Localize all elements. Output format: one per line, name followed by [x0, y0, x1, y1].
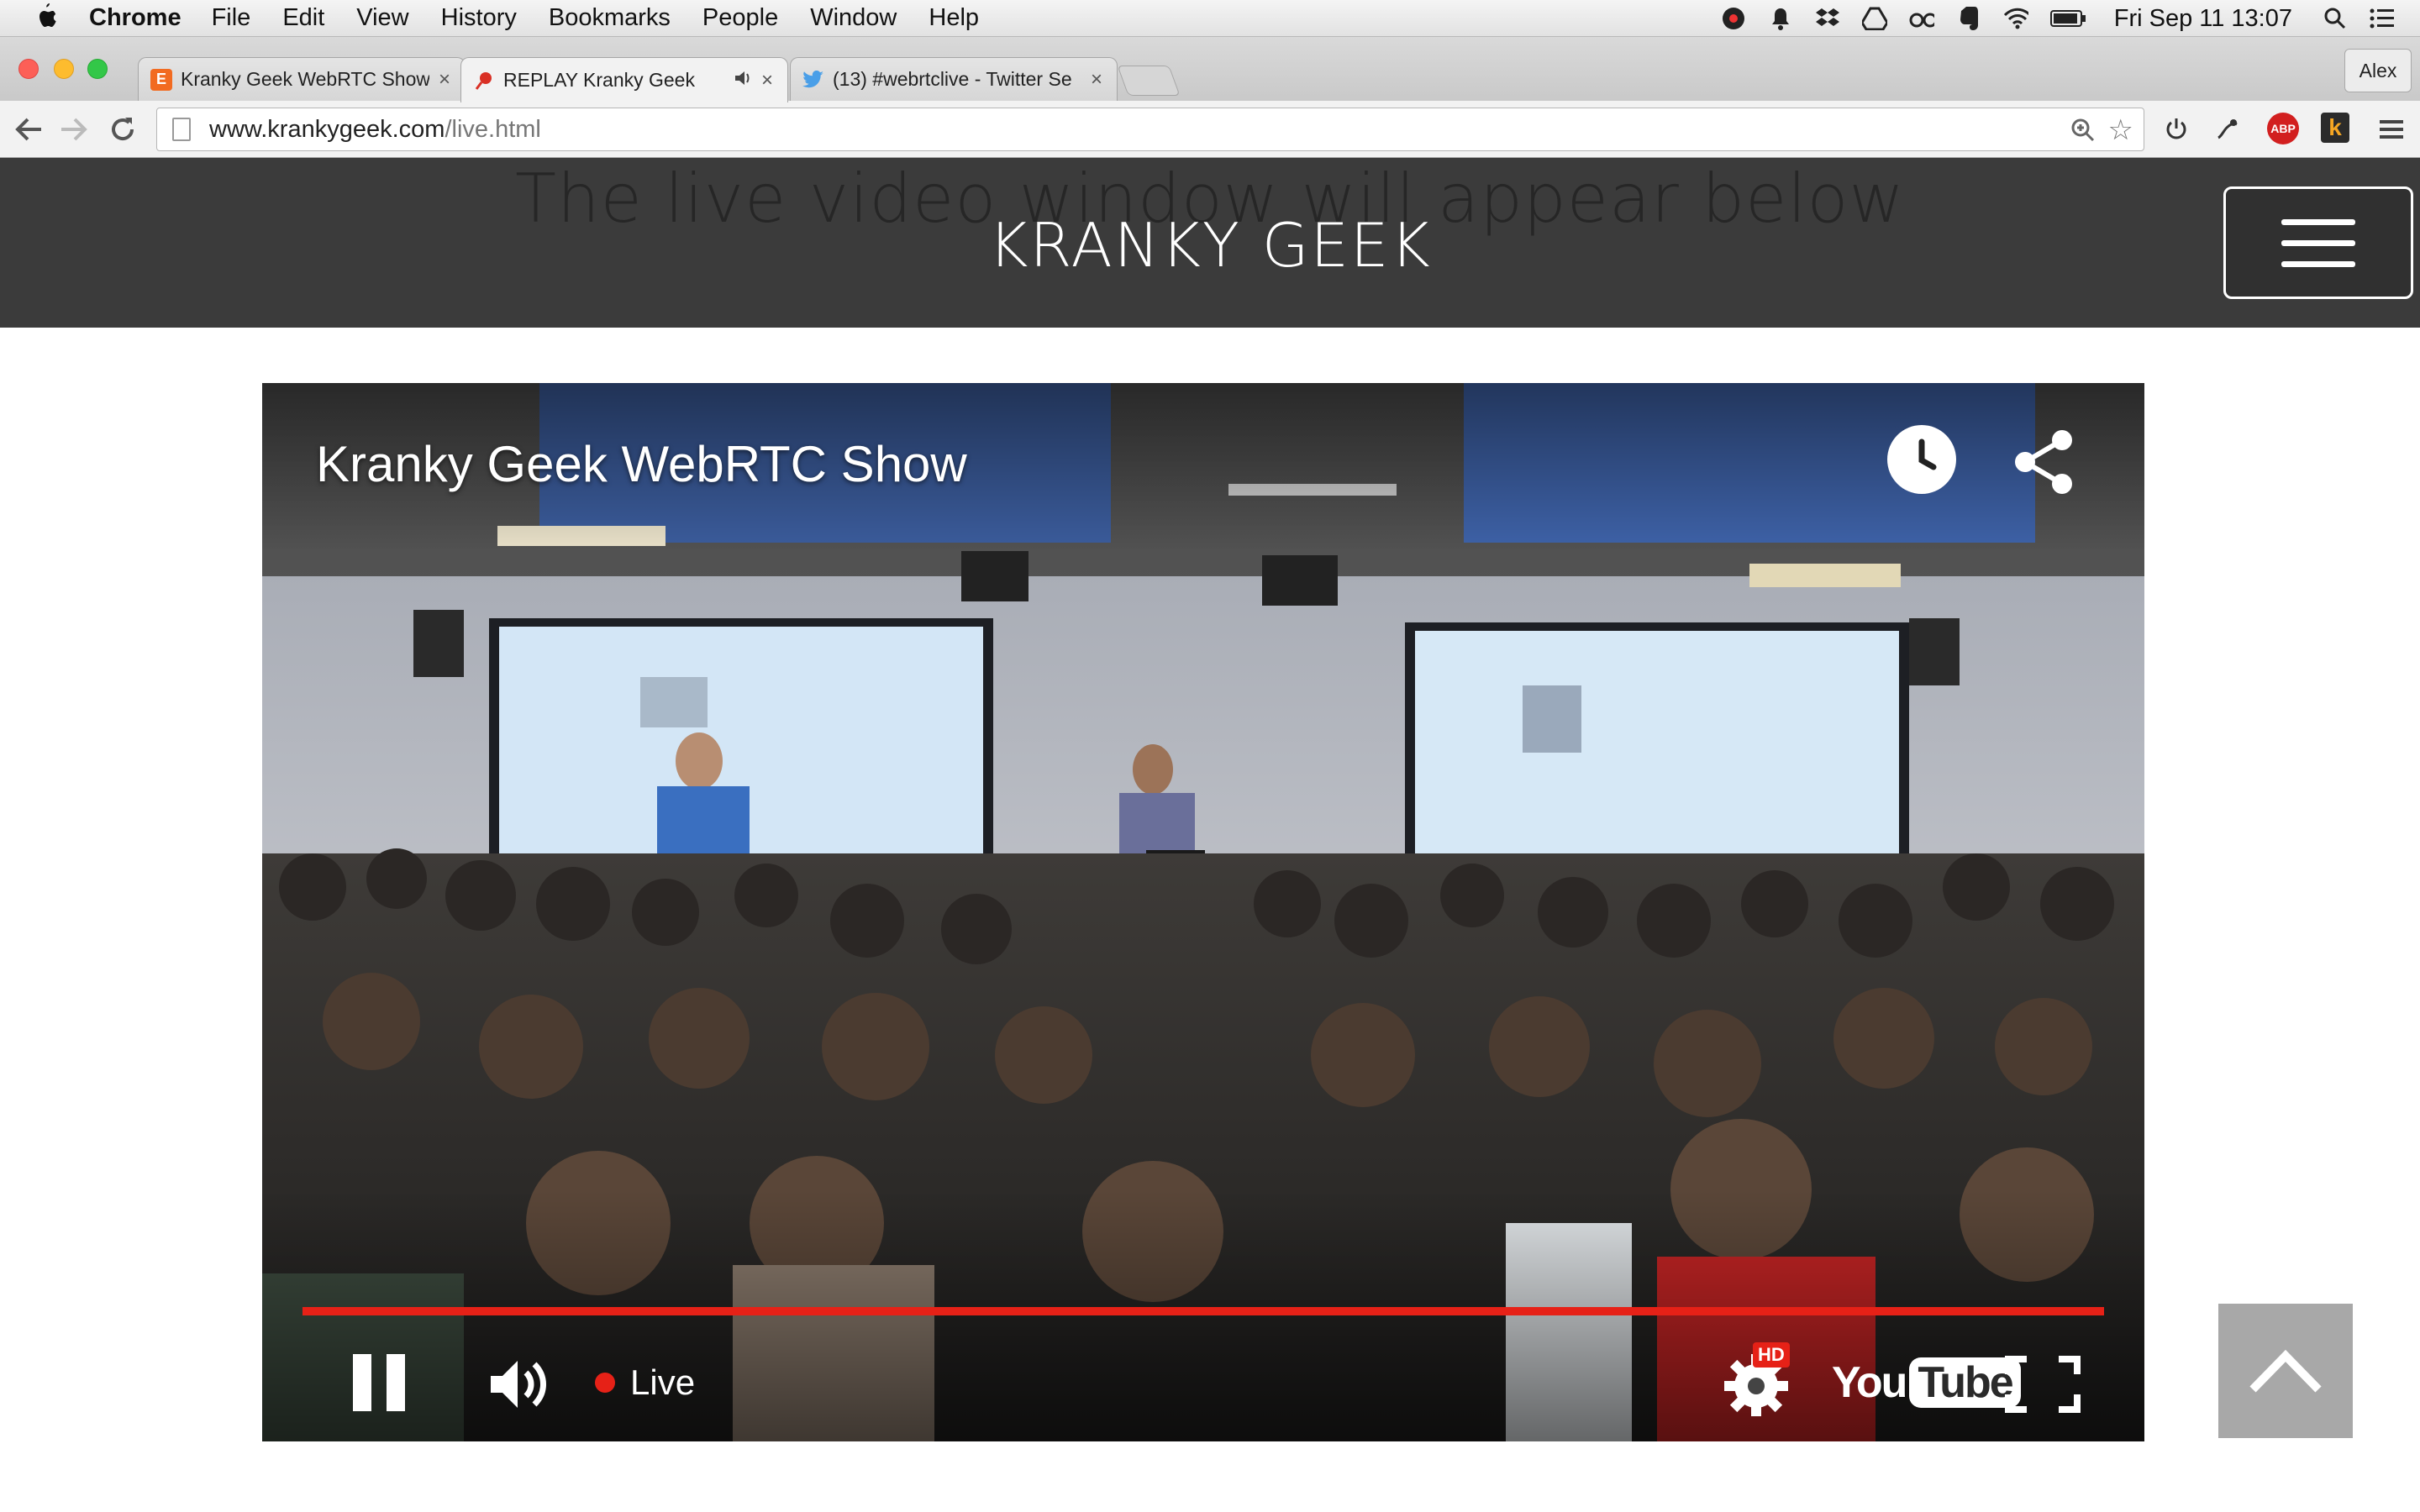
youtube-logo[interactable]: You Tube: [1832, 1357, 2021, 1408]
menu-help[interactable]: Help: [929, 4, 979, 32]
bookmark-star-icon[interactable]: ☆: [2108, 113, 2133, 147]
spotlight-search-icon[interactable]: [2323, 6, 2348, 31]
watch-later-clock-icon[interactable]: [1887, 425, 1956, 494]
video-progress-fill: [302, 1307, 2104, 1315]
apple-menu-icon[interactable]: [34, 2, 67, 35]
gesture-extension-icon[interactable]: [2210, 113, 2244, 146]
tab-kranky-geek-webrtc-show[interactable]: E Kranky Geek WebRTC Show ×: [138, 57, 466, 101]
player-controls: Live HD You Tube: [262, 1324, 2144, 1441]
back-arrow-icon[interactable]: [12, 113, 45, 146]
dropbox-icon[interactable]: [1815, 6, 1840, 31]
hamburger-line: [2281, 218, 2355, 225]
battery-icon[interactable]: [2049, 6, 2087, 31]
youtube-video-player[interactable]: Kranky Geek WebRTC Show Live HD You Tube: [262, 383, 2144, 1441]
google-drive-icon[interactable]: [1861, 6, 1887, 31]
tab-close-icon[interactable]: ×: [436, 68, 453, 92]
menu-people[interactable]: People: [702, 4, 778, 32]
hd-badge: HD: [1753, 1342, 1790, 1368]
browser-tab-strip: E Kranky Geek WebRTC Show × REPLAY Krank…: [0, 37, 2420, 102]
tab-twitter-webrtclive[interactable]: (13) #webrtclive - Twitter Se ×: [790, 57, 1118, 101]
page-icon: [172, 118, 191, 141]
fullscreen-icon[interactable]: [2005, 1356, 2081, 1413]
live-indicator[interactable]: Live: [595, 1362, 695, 1403]
k-extension-icon[interactable]: k: [2321, 113, 2349, 143]
tab-close-icon[interactable]: ×: [759, 69, 776, 92]
video-frame-conference-audience: [262, 383, 2144, 1441]
zoom-icon[interactable]: [2070, 117, 2096, 150]
notification-bell-icon[interactable]: [1768, 6, 1793, 31]
share-icon[interactable]: [2010, 427, 2081, 497]
eventbrite-favicon-icon: E: [150, 68, 172, 91]
tab-title: Kranky Geek WebRTC Show: [181, 68, 429, 90]
menu-window[interactable]: Window: [810, 4, 897, 32]
address-bar[interactable]: www.krankygeek.com/live.html ☆: [156, 108, 2144, 151]
hamburger-line: [2281, 260, 2355, 267]
evernote-icon[interactable]: [1956, 6, 1981, 31]
back-to-top-button[interactable]: [2218, 1304, 2353, 1438]
site-brand[interactable]: KRANKY GEEK: [0, 210, 2420, 281]
chrome-menu-icon[interactable]: [2375, 113, 2408, 146]
new-tab-button[interactable]: [1117, 66, 1181, 96]
volume-icon[interactable]: [487, 1354, 548, 1415]
glasses-icon[interactable]: [1909, 6, 1934, 31]
site-menu-button[interactable]: [2223, 186, 2413, 299]
live-label: Live: [630, 1362, 696, 1402]
youtube-logo-you: You: [1832, 1358, 1907, 1407]
adblock-plus-icon[interactable]: ABP: [2267, 113, 2299, 144]
pause-button[interactable]: [353, 1354, 405, 1411]
url-path: /live.html: [445, 115, 541, 143]
power-icon[interactable]: [2160, 113, 2193, 146]
hamburger-line: [2281, 239, 2355, 246]
menu-edit[interactable]: Edit: [282, 4, 324, 32]
pause-bar: [353, 1354, 371, 1411]
tab-close-icon[interactable]: ×: [1088, 68, 1105, 92]
video-progress-bar[interactable]: [302, 1307, 2104, 1315]
tab-audio-playing-icon[interactable]: [734, 70, 752, 92]
window-minimize-button[interactable]: [54, 59, 74, 79]
menu-file[interactable]: File: [212, 4, 251, 32]
chevron-up-icon: [2249, 1349, 2322, 1393]
menu-bookmarks[interactable]: Bookmarks: [549, 4, 671, 32]
forward-arrow-icon[interactable]: [57, 113, 91, 146]
reload-icon[interactable]: [106, 113, 139, 146]
menu-app-name[interactable]: Chrome: [89, 4, 182, 32]
pushpin-favicon-icon: [473, 70, 495, 92]
macos-menu-bar: Chrome File Edit View History Bookmarks …: [0, 0, 2420, 37]
url-host: www.krankygeek.com: [209, 115, 445, 143]
twitter-bird-favicon-icon: [802, 69, 824, 91]
wunderlist-icon[interactable]: [1721, 6, 1746, 31]
tab-title: (13) #webrtclive - Twitter Se: [833, 68, 1072, 90]
menu-clock[interactable]: Fri Sep 11 13:07: [2114, 5, 2292, 33]
wifi-icon[interactable]: [2003, 6, 2028, 31]
window-zoom-button[interactable]: [87, 59, 108, 79]
browser-toolbar: www.krankygeek.com/live.html ☆ ABP k: [0, 101, 2420, 158]
profile-button[interactable]: Alex: [2344, 49, 2412, 92]
live-dot-icon: [595, 1373, 615, 1393]
video-title[interactable]: Kranky Geek WebRTC Show: [316, 435, 967, 493]
tab-replay-kranky-geek[interactable]: REPLAY Kranky Geek ×: [460, 57, 788, 102]
youtube-logo-tube: Tube: [1909, 1357, 2021, 1408]
pause-bar: [387, 1354, 405, 1411]
notification-center-icon[interactable]: [2370, 6, 2395, 31]
menu-view[interactable]: View: [356, 4, 408, 32]
menu-history[interactable]: History: [441, 4, 517, 32]
window-close-button[interactable]: [18, 59, 39, 79]
tab-title: REPLAY Kranky Geek: [503, 69, 695, 91]
